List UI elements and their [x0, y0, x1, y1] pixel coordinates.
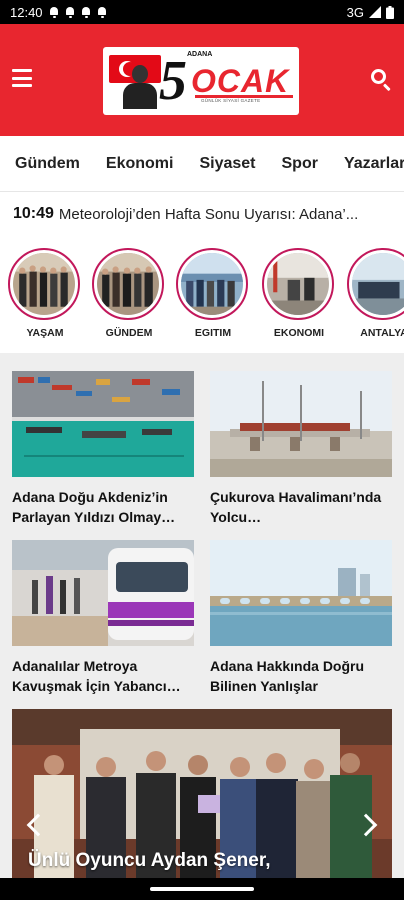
notification-icon: [81, 6, 91, 18]
article-card[interactable]: Adanalılar Metroya Kavuşmak İçin Yabancı…: [12, 540, 194, 696]
article-card[interactable]: Adana Doğu Akdeniz’in Parlayan Yıldızı O…: [12, 371, 194, 527]
logo-slogan: GÜNLÜK SİYASİ GAZETE: [201, 98, 261, 103]
signal-icon: [369, 6, 381, 18]
story-thumbnail: [267, 253, 329, 315]
story-item[interactable]: GÜNDEM: [92, 248, 166, 339]
search-icon[interactable]: [371, 69, 393, 92]
home-gesture-handle[interactable]: [150, 887, 254, 891]
category-item[interactable]: Siyaset: [185, 155, 267, 173]
category-item[interactable]: Yazarlar: [330, 155, 404, 173]
story-thumbnail: [352, 253, 404, 315]
news-ticker[interactable]: 10:49 Meteoroloji’den Hafta Sonu Uyarısı…: [0, 193, 404, 235]
article-image: [12, 540, 194, 646]
story-label: EGITIM: [194, 327, 232, 339]
article-card[interactable]: Adana Hakkında Doğru Bilinen Yanlışlar: [210, 540, 392, 696]
story-thumbnail: [13, 253, 75, 315]
logo-number: 5: [159, 50, 187, 112]
article-image: [12, 371, 194, 477]
network-type: 3G: [346, 4, 364, 20]
app-header: ADANA 5 OCAK GÜNLÜK SİYASİ GAZETE: [0, 24, 404, 136]
logo-top-text: ADANA: [187, 51, 213, 58]
news-feed: Adana Doğu Akdeniz’in Parlayan Yıldızı O…: [0, 353, 404, 879]
story-label: YAŞAM: [26, 327, 64, 339]
notification-icon: [49, 6, 59, 18]
portrait-icon: [123, 61, 157, 109]
story-item[interactable]: EGITIM: [176, 248, 250, 339]
article-image: [210, 540, 392, 646]
menu-icon[interactable]: [12, 69, 32, 87]
ticker-time: 10:49: [13, 205, 54, 222]
featured-slider[interactable]: Ünlü Oyuncu Aydan Şener,: [12, 709, 392, 879]
story-label: EKONOMI: [273, 327, 325, 339]
story-label: GÜNDEM: [105, 327, 153, 339]
story-item[interactable]: EKONOMI: [262, 248, 336, 339]
category-item[interactable]: Ekonomi: [92, 155, 186, 173]
category-item[interactable]: Spor: [268, 155, 330, 173]
story-thumbnail: [181, 253, 243, 315]
article-card[interactable]: Çukurova Havalimanı’nda Yolcu…: [210, 371, 392, 527]
notification-icon: [97, 6, 107, 18]
status-time: 12:40: [10, 4, 43, 20]
category-item[interactable]: Gündem: [0, 155, 92, 173]
story-item[interactable]: YAŞAM: [8, 248, 82, 339]
battery-icon: [386, 5, 394, 19]
article-title: Adanalılar Metroya Kavuşmak İçin Yabancı…: [12, 658, 181, 694]
logo-name: OCAK: [191, 63, 290, 99]
category-nav: Gündem Ekonomi Siyaset Spor Yazarlar: [0, 136, 404, 192]
article-title: Çukurova Havalimanı’nda Yolcu…: [210, 489, 382, 525]
featured-caption: Ünlü Oyuncu Aydan Şener,: [28, 850, 271, 871]
story-thumbnail: [97, 253, 159, 315]
status-bar: 12:40 3G: [0, 0, 404, 24]
article-image: [210, 371, 392, 477]
system-nav-bar: [0, 878, 404, 900]
ticker-headline: Meteoroloji’den Hafta Sonu Uyarısı: Adan…: [58, 205, 359, 223]
story-strip: YAŞAM GÜNDEM EGITIM EKONOMI ANTALYA: [0, 240, 404, 344]
site-logo[interactable]: ADANA 5 OCAK GÜNLÜK SİYASİ GAZETE: [103, 47, 299, 115]
article-title: Adana Doğu Akdeniz’in Parlayan Yıldızı O…: [12, 489, 176, 525]
notification-icon: [65, 6, 75, 18]
article-title: Adana Hakkında Doğru Bilinen Yanlışlar: [210, 658, 365, 694]
story-label: ANTALYA: [360, 327, 404, 339]
story-item[interactable]: ANTALYA: [347, 248, 404, 339]
